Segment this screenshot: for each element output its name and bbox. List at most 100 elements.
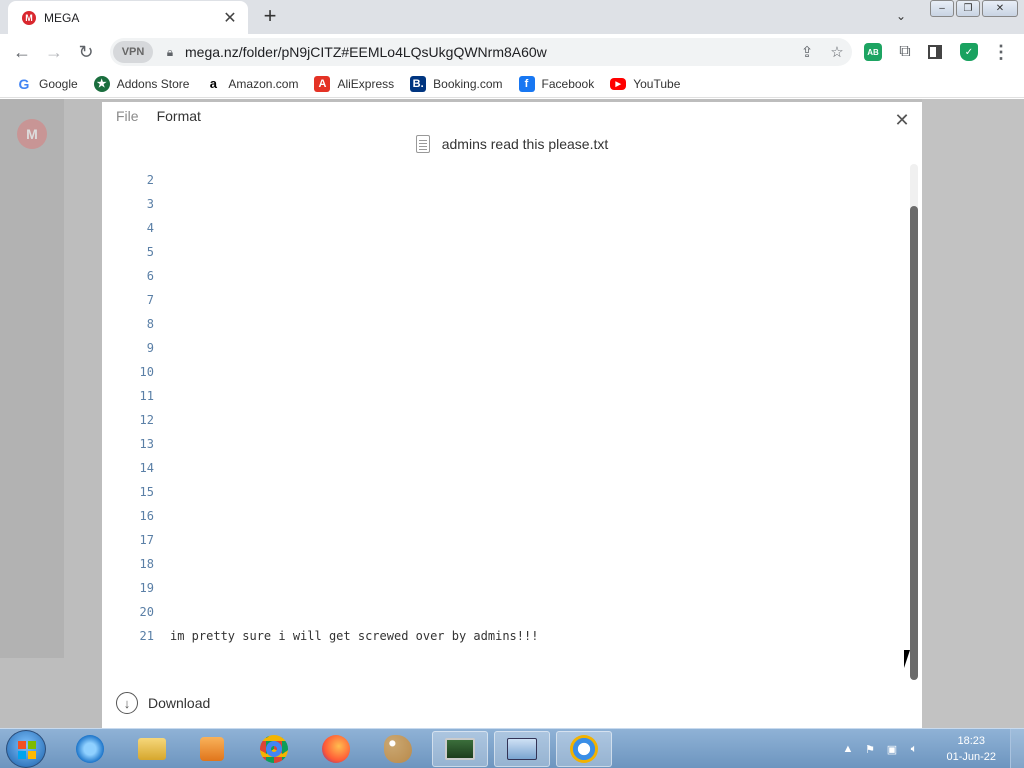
menu-format[interactable]: Format [157,108,201,124]
browser-toolbar: ← → ↻ VPN 🔒︎ mega.nz/folder/pN9jCITZ#EEM… [0,34,1024,70]
mega-favicon-icon: M [22,10,36,25]
editor-line: 7 [102,288,902,312]
download-button[interactable]: ↓ Download [116,692,210,714]
download-label: Download [148,695,211,711]
tab-strip: M MEGA ✕ + ⌄ – ❐ ✕ [0,0,1024,34]
close-tab-icon[interactable]: ✕ [222,8,238,28]
menu-file[interactable]: File [116,108,139,124]
line-number: 20 [139,605,154,619]
shield-check-icon[interactable]: ✓ [960,43,978,61]
share-icon[interactable]: ⇪ [792,43,822,61]
taskbar-file-explorer[interactable] [124,731,180,767]
tab-title: MEGA [44,10,80,25]
show-desktop-button[interactable] [1010,729,1024,768]
bookmark-label: AliExpress [337,76,395,91]
minimize-button[interactable]: – [930,0,954,17]
clock-time: 18:23 [957,735,985,747]
restore-button[interactable]: ❐ [956,0,980,17]
window-controls: – ❐ ✕ [928,0,1018,17]
taskbar-chrome[interactable] [246,731,302,767]
line-number: 11 [139,389,154,403]
show-hidden-icons-icon[interactable]: ▲ [840,741,856,757]
download-icon: ↓ [116,692,138,714]
line-number: 5 [146,245,154,259]
editor-line: 13 [102,432,902,456]
bookmark-aliexpress[interactable]: A AliExpress [314,75,395,92]
mega-right-panel [922,99,1024,728]
facebook-icon: f [518,75,535,92]
bookmark-facebook[interactable]: f Facebook [518,75,595,92]
line-number: 12 [139,413,154,427]
url-text[interactable]: mega.nz/folder/pN9jCITZ#EEMLo4LQsUkgQWNr… [185,44,792,60]
keyboard-icon [507,738,537,760]
taskbar-media-player[interactable] [184,731,240,767]
bookmark-label: Addons Store [116,76,190,91]
line-number: 8 [146,317,154,331]
new-tab-button[interactable]: + [258,5,282,29]
tab-search-icon[interactable]: ⌄ [896,9,906,23]
line-number: 17 [139,533,154,547]
star-icon[interactable]: ☆ [822,43,852,61]
arrow-left-icon: ← [13,41,31,62]
folder-icon [138,738,166,760]
viewer-menubar: File Format [102,102,219,130]
forward-button[interactable]: → [38,36,70,68]
editor-line: 8 [102,312,902,336]
extensions-puzzle-icon[interactable]: ⧉ [896,43,914,61]
reload-icon: ↻ [78,41,94,62]
clock-date: 01-Jun-22 [946,751,996,763]
close-dialog-icon[interactable]: ✕ [892,110,912,131]
line-number: 4 [146,221,154,235]
line-number: 10 [139,365,154,379]
back-button[interactable]: ← [6,36,38,68]
taskbar-screen-app[interactable] [432,731,488,767]
bookmark-amazon[interactable]: a Amazon.com [205,76,299,92]
mouse-cursor-icon [904,650,916,668]
bookmark-booking[interactable]: B. Booking.com [410,75,503,92]
editor-line: 16 [102,504,902,528]
vpn-badge[interactable]: VPN [113,41,153,63]
reload-button[interactable]: ↻ [70,36,102,68]
taskbar-firefox[interactable] [308,731,364,767]
side-panel-icon[interactable] [928,45,942,59]
line-number: 6 [146,269,154,283]
mega-sidebar: M [0,99,64,658]
adblock-extension-icon[interactable]: AB [864,43,882,61]
browser-tab[interactable]: M MEGA ✕ [8,1,248,34]
editor-scrollbar-thumb[interactable] [910,206,918,680]
bookmark-youtube[interactable]: ▶ YouTube [610,77,680,91]
line-number: 18 [139,557,154,571]
address-bar[interactable]: VPN 🔒︎ mega.nz/folder/pN9jCITZ#EEMLo4LQs… [110,38,852,66]
line-number: 3 [146,197,154,211]
paint-icon [384,735,412,763]
taskbar-vpn-app[interactable] [556,731,612,767]
browser-menu-icon[interactable]: ⋮ [992,42,1010,62]
taskbar-internet-explorer[interactable] [62,731,118,767]
line-number: 2 [146,173,154,187]
editor-line: 9 [102,336,902,360]
network-icon[interactable]: ▣ [884,741,900,757]
volume-icon[interactable]: 🔈︎ [906,741,922,757]
text-editor[interactable]: 2 3 4 5 6 7 8 9 10 11 12 13 14 15 16 17 18 19 20 21 im prett… [102,164,910,680]
start-button[interactable] [6,730,46,768]
taskbar-paint[interactable] [370,731,426,767]
bookmark-google[interactable]: G Google [16,76,78,92]
bookmark-label: Facebook [541,76,595,91]
close-window-button[interactable]: ✕ [982,0,1018,17]
line-number: 7 [146,293,154,307]
vpn-lock-icon [570,735,598,763]
taskbar-clock[interactable]: 18:23 01-Jun-22 [946,733,996,765]
action-center-icon[interactable]: ⚑ [862,741,878,757]
line-number: 21 [139,629,154,643]
editor-line: 6 [102,264,902,288]
editor-line: 2 [102,168,902,192]
editor-line: 4 [102,216,902,240]
bookmark-addons-store[interactable]: ★ Addons Store [93,75,190,92]
taskbar-keyboard-app[interactable] [494,731,550,767]
file-name: admins read this please.txt [441,136,609,152]
line-number: 9 [146,341,154,355]
file-header: admins read this please.txt [102,132,922,156]
booking-icon: B. [410,75,427,92]
internet-explorer-icon [76,735,104,763]
lock-icon[interactable]: 🔒︎ [161,45,179,60]
